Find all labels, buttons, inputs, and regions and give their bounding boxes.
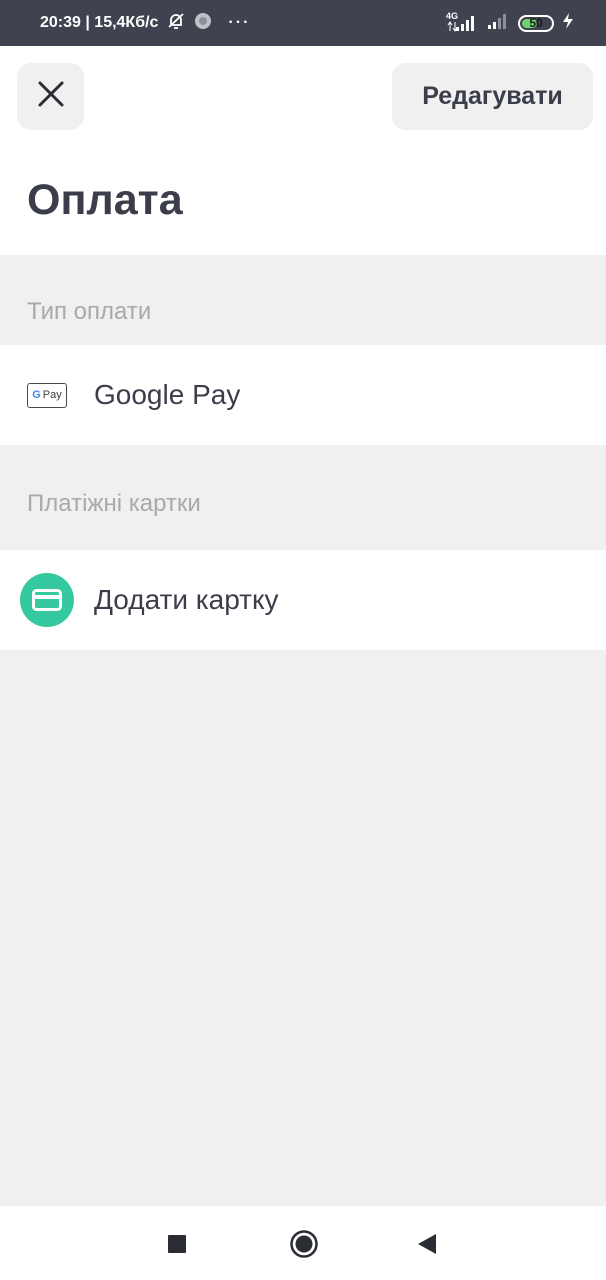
add-card-label: Додати картку [94, 584, 279, 615]
payment-screen: 20:39 | 15,4Кб/с ··· 4G 50 Редагувати Оп… [0, 0, 606, 1280]
square-icon[interactable] [167, 1234, 187, 1259]
google-g-letter: G [32, 389, 41, 401]
header: Редагувати Оплата [0, 46, 606, 255]
signal-icon [486, 11, 510, 36]
close-icon [37, 80, 65, 113]
triangle-back-icon[interactable] [416, 1233, 438, 1260]
charging-bolt-icon [562, 12, 574, 35]
pay-text: Pay [42, 389, 62, 401]
list-item-google-pay[interactable]: G Pay Google Pay [0, 345, 606, 445]
bell-muted-icon [166, 11, 186, 36]
circle-icon[interactable] [289, 1229, 319, 1264]
list-item-add-card[interactable]: Додати картку [0, 550, 606, 650]
status-bar: 20:39 | 15,4Кб/с ··· 4G 50 [0, 0, 606, 46]
navigation-bar [0, 1206, 606, 1280]
credit-card-icon [20, 573, 74, 627]
status-left: 20:39 | 15,4Кб/с ··· [40, 0, 250, 46]
battery-level: 50 [529, 16, 543, 30]
google-pay-icon: G Pay [27, 382, 67, 408]
signal-4g-icon: 4G [446, 11, 478, 33]
close-button[interactable] [17, 63, 84, 130]
status-time-speed: 20:39 | 15,4Кб/с [40, 14, 159, 31]
google-pay-label: Google Pay [94, 379, 241, 410]
status-right: 4G 50 [446, 0, 574, 46]
section-header-payment-type: Тип оплати [27, 298, 152, 325]
more-notifications-dots: ··· [228, 14, 251, 31]
page-title: Оплата [27, 176, 183, 224]
edit-button[interactable]: Редагувати [392, 63, 593, 130]
battery-icon: 50 [518, 14, 554, 32]
section-header-payment-cards: Платіжні картки [27, 490, 201, 517]
app-notification-icon [194, 12, 212, 35]
